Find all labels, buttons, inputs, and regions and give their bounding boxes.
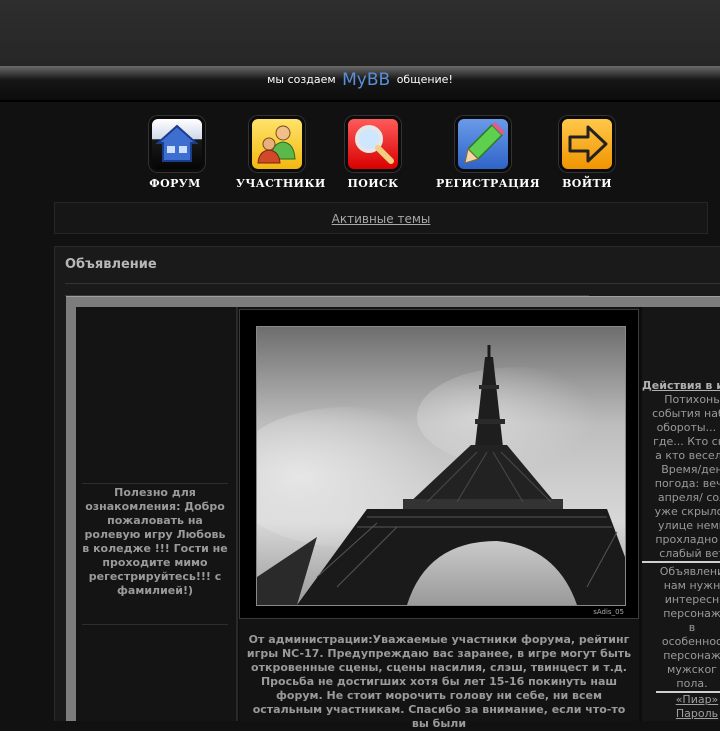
casting-line: нам нужн xyxy=(663,579,720,592)
game-actions-text: Потихонь события наби обороты... К где..… xyxy=(642,393,720,561)
right-column: Действия в и Потихонь события наби оборо… xyxy=(642,307,720,721)
nav-forum-label: ФОРУМ xyxy=(149,177,201,190)
magnifier-icon[interactable] xyxy=(345,116,401,172)
main-navigation: ФОРУМ УЧАСТНИКИ ПОИСК РЕГИСТРАЦИЯ ВОЙТИ xyxy=(0,102,720,192)
mybb-logo[interactable]: MyBB xyxy=(342,70,390,90)
right-links: «Пиар» Пароль xyxy=(642,693,720,721)
casting-line: в xyxy=(688,621,696,634)
casting-line: пола. xyxy=(676,677,708,690)
nav-search[interactable]: ПОИСК xyxy=(344,116,402,190)
banner-slogan: мы создаем MyBB общение! xyxy=(0,70,720,90)
nav-register-label: РЕГИСТРАЦИЯ xyxy=(436,177,540,190)
arrow-right-icon[interactable] xyxy=(559,116,615,172)
header-banner: мы создаем MyBB общение! xyxy=(0,66,720,102)
casting-line: Объявлени xyxy=(659,565,720,578)
photo-frame: sAdis_05 xyxy=(239,309,639,619)
announcement-title: Объявление xyxy=(65,257,157,272)
active-topics-link[interactable]: Активные темы xyxy=(332,212,431,226)
game-line: где... Кто ску xyxy=(653,435,720,448)
nav-search-label: ПОИСК xyxy=(347,177,399,190)
game-line: обороты... К xyxy=(656,421,720,434)
nav-users[interactable]: УЧАСТНИКИ xyxy=(236,116,326,190)
casting-notice: Объявлени нам нужн интересн персонаж в о… xyxy=(642,565,720,691)
banner-prefix: мы создаем xyxy=(267,73,336,86)
eiffel-tower-photo xyxy=(256,326,626,606)
casting-line: мужског xyxy=(667,663,717,676)
game-line: Время/ден xyxy=(661,463,720,476)
game-line: улице немн xyxy=(658,519,720,532)
center-column: sAdis_05 От администрации:Уважаемые учас… xyxy=(239,307,639,730)
banner-suffix: общение! xyxy=(396,73,453,86)
game-actions-title[interactable]: Действия в и xyxy=(642,379,720,392)
house-icon[interactable] xyxy=(149,116,205,172)
nav-login-label: ВОЙТИ xyxy=(562,177,612,190)
active-topics-bar: Активные темы xyxy=(54,202,708,234)
casting-line: интересн xyxy=(664,593,720,606)
top-bar xyxy=(0,0,720,66)
left-column: Полезно для ознакомления: Добро пожалова… xyxy=(76,307,238,721)
photo-signature: sAdis_05 xyxy=(593,608,624,616)
announcement-table: Полезно для ознакомления: Добро пожалова… xyxy=(76,307,720,730)
nav-forum[interactable]: ФОРУМ xyxy=(148,116,206,190)
admin-notice: От администрации:Уважаемые участники фор… xyxy=(246,633,632,730)
game-line: слабый вет xyxy=(659,547,720,560)
users-icon[interactable] xyxy=(249,116,305,172)
nav-login[interactable]: ВОЙТИ xyxy=(556,116,618,190)
nav-register[interactable]: РЕГИСТРАЦИЯ xyxy=(436,116,540,190)
game-line: события наби xyxy=(652,407,720,420)
password-link[interactable]: Пароль xyxy=(676,707,718,720)
game-line: апреля/ сол xyxy=(657,491,720,504)
announcement-divider xyxy=(65,283,720,284)
game-line: а кто весели xyxy=(655,449,720,462)
casting-line: персонаж xyxy=(663,649,720,662)
announcement-frame: Полезно для ознакомления: Добро пожалова… xyxy=(66,296,720,730)
nav-users-label: УЧАСТНИКИ xyxy=(236,177,326,190)
casting-line: персонаж xyxy=(663,607,720,620)
pr-link[interactable]: «Пиар» xyxy=(676,693,719,706)
game-line: уже скрылос xyxy=(654,505,720,518)
pencil-icon[interactable] xyxy=(455,116,511,172)
casting-line: особеннос xyxy=(661,635,720,648)
game-line: погода: вече xyxy=(654,477,720,490)
game-line: прохладно и xyxy=(655,533,720,546)
game-line: Потихонь xyxy=(664,393,720,406)
right-divider xyxy=(642,561,720,563)
welcome-text: Полезно для ознакомления: Добро пожалова… xyxy=(82,483,228,625)
